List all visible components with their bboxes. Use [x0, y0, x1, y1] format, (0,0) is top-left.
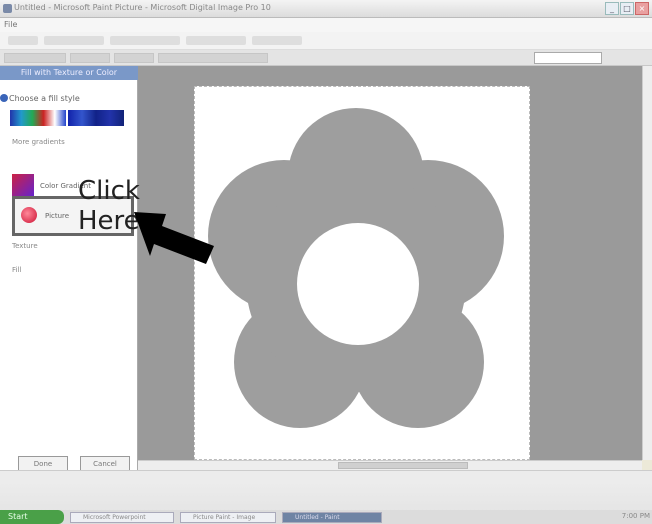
pointer-arrow-icon — [134, 212, 214, 264]
taskbar-item-active[interactable]: Untitled - Paint — [282, 512, 382, 523]
start-button[interactable]: Start — [0, 510, 64, 524]
taskbar-item[interactable]: Picture Paint - Image — [180, 512, 276, 523]
status-bar — [0, 470, 652, 482]
taskbar-item[interactable]: Microsoft Powerpoint — [70, 512, 174, 523]
taskbar: Start Microsoft Powerpoint Picture Paint… — [0, 482, 652, 524]
system-tray-clock: 7:00 PM — [621, 512, 650, 520]
application-window: Untitled - Microsoft Paint Picture - Mic… — [0, 0, 652, 524]
